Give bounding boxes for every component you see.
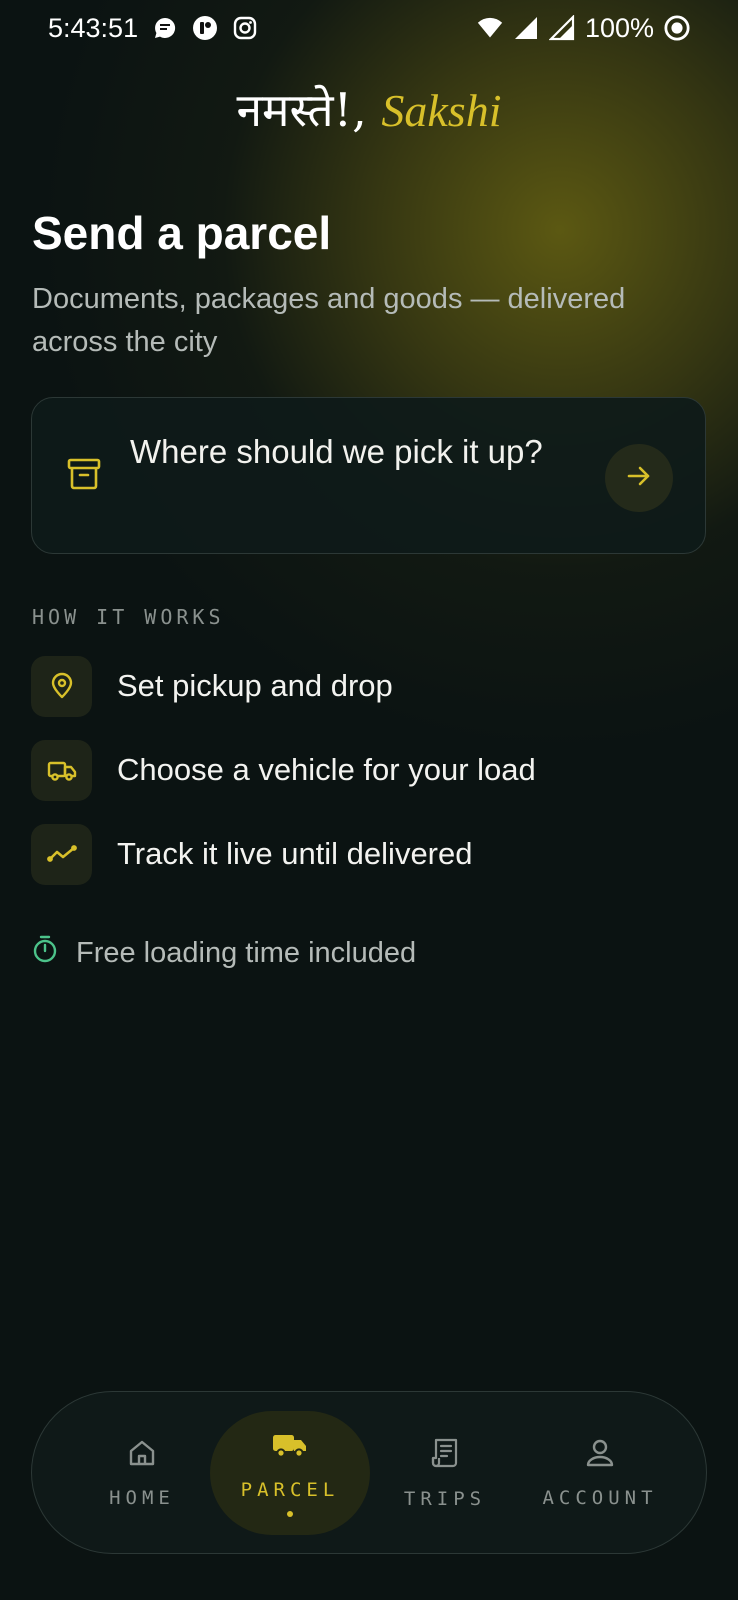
- step-label: Track it live until delivered: [117, 836, 473, 871]
- nav-label: PARCEL: [240, 1479, 340, 1501]
- nav-label: HOME: [109, 1487, 175, 1509]
- app-badge-icon: [192, 15, 218, 41]
- how-it-works-label: HOW IT WORKS: [32, 605, 225, 629]
- page-title: Send a parcel: [32, 207, 332, 259]
- user-name: Sakshi: [381, 85, 502, 136]
- step-label: Choose a vehicle for your load: [117, 752, 536, 787]
- pickup-go-button[interactable]: [605, 444, 673, 512]
- pickup-location-card[interactable]: Where should we pick it up?: [31, 397, 706, 554]
- nav-item-trips[interactable]: TRIPS: [365, 1392, 525, 1555]
- status-left: 5:43:51: [48, 13, 258, 44]
- trend-line-icon: [31, 823, 92, 885]
- stopwatch-icon: [32, 935, 58, 971]
- free-loading-note: Free loading time included: [32, 935, 416, 971]
- map-pin-icon: [31, 655, 92, 717]
- nav-label: ACCOUNT: [542, 1487, 658, 1509]
- home-icon: [127, 1438, 157, 1473]
- signal-icon: [548, 15, 575, 41]
- page-subtitle: Documents, packages and goods — delivere…: [32, 283, 626, 358]
- user-icon: [585, 1438, 615, 1473]
- battery-percent: 100%: [584, 12, 654, 43]
- step-set-pickup: Set pickup and drop: [31, 655, 691, 717]
- nav-item-parcel[interactable]: PARCEL: [210, 1392, 370, 1555]
- status-bar: 5:43:51 100%: [0, 0, 738, 56]
- instagram-icon: [232, 15, 258, 41]
- wifi-icon: [477, 15, 503, 41]
- status-right: 100%: [477, 13, 690, 44]
- bottom-navigation: HOME PARCEL TRIPS ACCOUNT: [31, 1391, 707, 1554]
- status-time: 5:43:51: [48, 12, 139, 43]
- chat-bubble-icon: [152, 15, 178, 41]
- nav-label: TRIPS: [403, 1488, 487, 1510]
- greeting-text: नमस्ते!,: [236, 83, 367, 137]
- step-label: Set pickup and drop: [117, 668, 393, 703]
- active-indicator-dot: [287, 1511, 293, 1517]
- truck-icon: [272, 1430, 308, 1465]
- battery-saver-icon: [664, 15, 690, 41]
- archive-box-icon: [66, 456, 102, 497]
- nav-item-home[interactable]: HOME: [62, 1392, 222, 1555]
- receipt-icon: [430, 1437, 460, 1474]
- pickup-prompt: Where should we pick it up?: [130, 433, 543, 470]
- arrow-right-icon: [625, 462, 653, 495]
- step-track-live: Track it live until delivered: [31, 823, 691, 885]
- note-text: Free loading time included: [76, 936, 417, 969]
- signal-icon: [513, 15, 539, 41]
- nav-item-account[interactable]: ACCOUNT: [520, 1392, 680, 1555]
- step-choose-vehicle: Choose a vehicle for your load: [31, 739, 691, 801]
- truck-icon: [31, 739, 92, 801]
- greeting-header: नमस्ते!, Sakshi: [0, 78, 738, 140]
